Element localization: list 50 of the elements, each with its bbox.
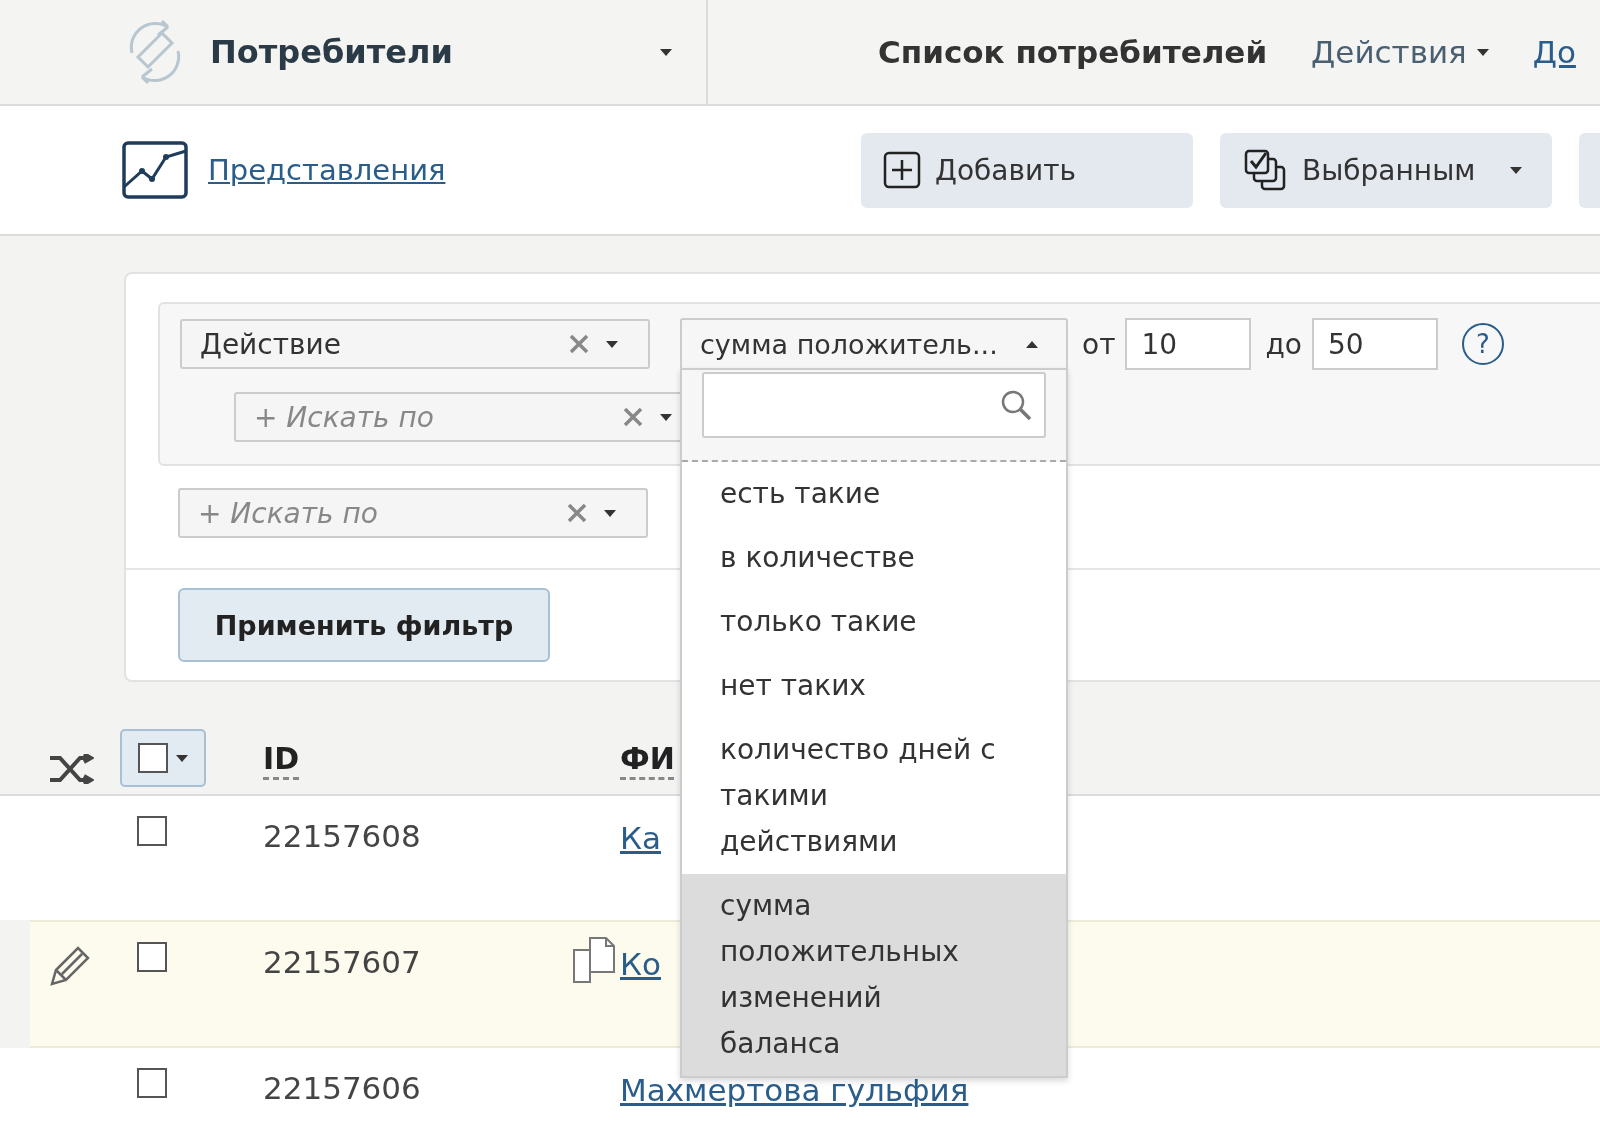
- caret-icon[interactable]: [660, 413, 672, 421]
- clear-icon[interactable]: [566, 502, 588, 524]
- caret-icon[interactable]: [660, 48, 672, 56]
- id-cell-text: 22157607: [263, 943, 421, 980]
- id-cell-text: 22157606: [263, 1069, 421, 1106]
- caret-icon[interactable]: [1026, 340, 1038, 348]
- help-icon[interactable]: ?: [1461, 323, 1504, 365]
- to-field[interactable]: 50: [1311, 318, 1438, 370]
- menu-link[interactable]: До: [1532, 34, 1576, 70]
- clear-icon[interactable]: [568, 333, 590, 355]
- dropdown-option[interactable]: количество дней с такими действиями: [682, 718, 1066, 874]
- checkbox[interactable]: [137, 816, 167, 846]
- column-header[interactable]: ФИ: [620, 740, 675, 776]
- caret-icon[interactable]: [176, 754, 188, 762]
- bulk-action-button[interactable]: Выбранным: [1220, 132, 1552, 208]
- section-title[interactable]: Потребители: [210, 33, 453, 71]
- add-button[interactable]: Добавить: [861, 132, 1193, 208]
- dropdown-option[interactable]: нет таких: [682, 654, 1066, 718]
- dropdown-option[interactable]: есть такие: [682, 462, 1066, 526]
- actions-menu[interactable]: Действия: [1311, 34, 1489, 70]
- range-label: от: [1082, 327, 1116, 361]
- select-all-dropdown[interactable]: [120, 729, 206, 787]
- name-link[interactable]: Ка: [620, 810, 661, 856]
- id-cell-text: 22157608: [263, 817, 421, 854]
- plus-icon: [883, 151, 921, 189]
- from-field[interactable]: 10: [1125, 318, 1252, 370]
- pencil-icon[interactable]: [48, 944, 92, 988]
- search-icon: [1000, 389, 1032, 421]
- dropdown-option[interactable]: только такие: [682, 590, 1066, 654]
- range-label: до: [1265, 327, 1302, 361]
- search-field[interactable]: [702, 372, 1046, 438]
- mode-select[interactable]: сумма положитель...: [680, 318, 1068, 370]
- apply-filter-button[interactable]: Применить фильтр: [178, 588, 550, 662]
- clear-icon[interactable]: [622, 406, 644, 428]
- name-link[interactable]: Ко: [620, 936, 661, 982]
- caret-icon[interactable]: [606, 340, 618, 348]
- stacked-check-icon: [1242, 147, 1288, 193]
- chart-icon[interactable]: [122, 141, 188, 199]
- column-header[interactable]: ID: [263, 740, 300, 776]
- views-link[interactable]: Представления: [208, 153, 446, 187]
- checkbox[interactable]: [137, 1068, 167, 1098]
- caret-icon[interactable]: [1476, 48, 1489, 56]
- dropdown-option[interactable]: сумма положительных изменений баланса: [682, 874, 1066, 1076]
- checkbox[interactable]: [138, 743, 168, 773]
- caret-icon[interactable]: [1510, 166, 1522, 174]
- dropdown-option[interactable]: в количестве: [682, 526, 1066, 590]
- caret-icon[interactable]: [604, 509, 616, 517]
- action-select[interactable]: Действие: [180, 319, 650, 369]
- page-title: Список потребителей: [878, 34, 1268, 70]
- checkbox[interactable]: [137, 942, 167, 972]
